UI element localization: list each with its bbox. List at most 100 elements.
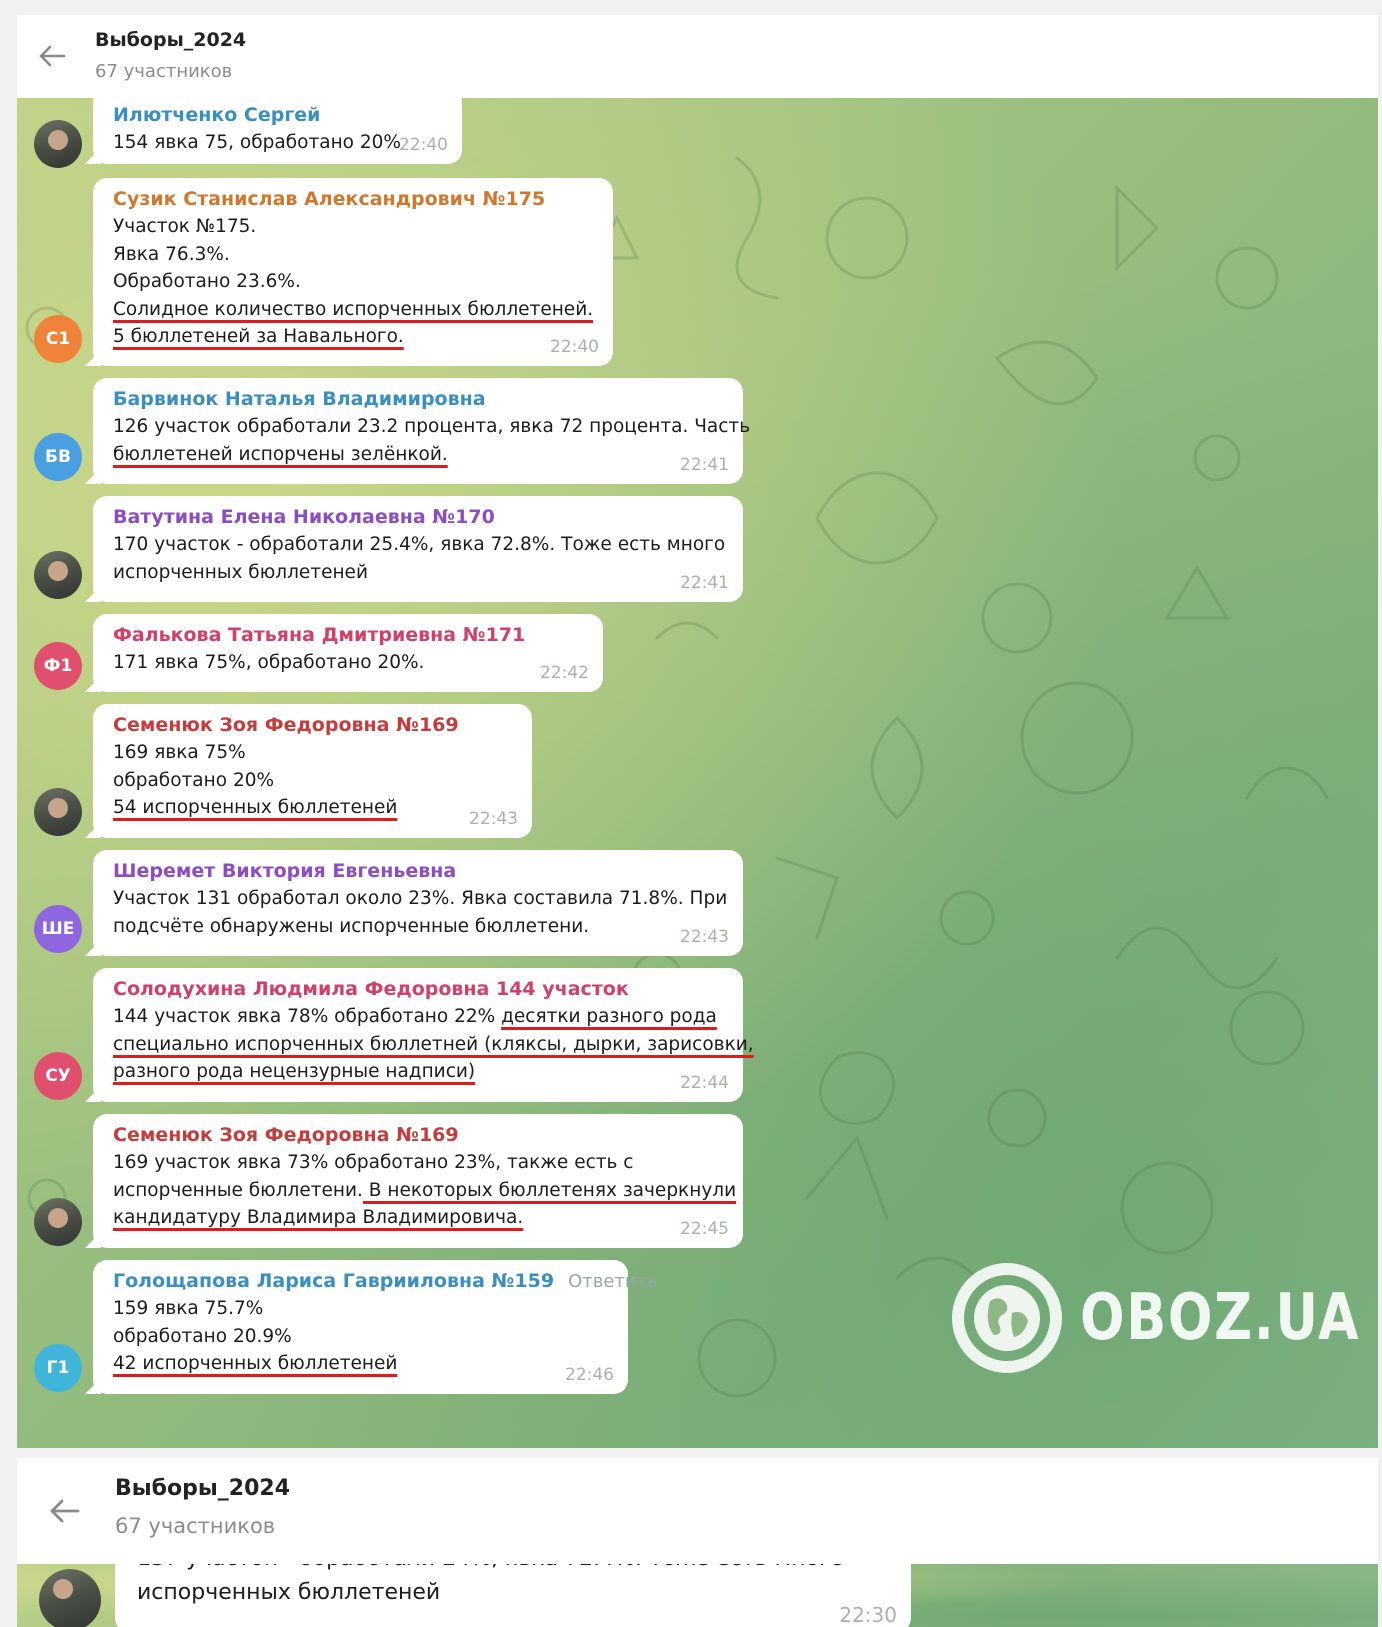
- message-text: обработано 20.9%: [113, 1325, 292, 1347]
- message-text: испорченных бюллетеней: [137, 1580, 441, 1605]
- message-time: 22:44: [680, 1073, 729, 1093]
- message-row: ШЕ Шеремет Виктория Евгеньевна Участок 1…: [17, 850, 1378, 958]
- message-bubble[interactable]: Голощапова Лариса Гаврииловна №159 Ответи…: [85, 1260, 658, 1394]
- message-bubble[interactable]: Илютченко Сергей 154 явка 75, обработано…: [85, 98, 462, 164]
- bubble-tail: [85, 1232, 101, 1248]
- message-bubble[interactable]: Барвинок Наталья Владимировна 126 участо…: [85, 378, 751, 484]
- chat-screenshot-bottom: Выборы_2024 67 участников 137 участок - …: [17, 1458, 1378, 1627]
- highlighted-text: 42 испорченных бюллетеней: [113, 1353, 398, 1374]
- message-time: 22:43: [469, 809, 518, 829]
- message-row: СУ Солодухина Людмила Федоровна 144 учас…: [17, 968, 1378, 1104]
- highlighted-text: В некоторых бюллетенях зачеркнули: [362, 1179, 737, 1201]
- highlighted-text: специально испорченных бюллетней (кляксы…: [113, 1033, 754, 1055]
- message-bubble[interactable]: Семенюк Зоя Федоровна №169 169 участок я…: [85, 1114, 743, 1248]
- avatar[interactable]: Ф1: [34, 642, 82, 690]
- sender-name[interactable]: Барвинок Наталья Владимировна: [113, 386, 727, 413]
- message-text: Участок №175.: [113, 216, 257, 237]
- chat-header: Выборы_2024 67 участников: [17, 15, 1378, 98]
- avatar[interactable]: [34, 120, 82, 168]
- sender-name[interactable]: Фалькова Татьяна Дмитриевна №171: [113, 622, 587, 649]
- chat-member-count: 67 участников: [95, 61, 233, 82]
- chat-background: Илютченко Сергей 154 явка 75, обработано…: [17, 98, 1378, 1448]
- message-row: С1 Сузик Станислав Александрович №175 Уч…: [17, 178, 1378, 368]
- message-time: 22:46: [565, 1365, 614, 1385]
- bubble-tail: [85, 822, 101, 838]
- avatar[interactable]: ШЕ: [34, 905, 82, 953]
- message-text: Явка 76.3%.: [113, 243, 230, 265]
- message-bubble[interactable]: Сузик Станислав Александрович №175 Участ…: [85, 178, 613, 366]
- highlighted-text: разного рода нецензурные надписи): [113, 1061, 476, 1082]
- message-text: 171 явка 75%, обработано 20%.: [113, 652, 425, 673]
- message-bubble[interactable]: Шеремет Виктория Евгеньевна Участок 131 …: [85, 850, 743, 956]
- avatar[interactable]: С1: [34, 315, 82, 363]
- message-bubble[interactable]: Ватутина Елена Николаевна №170 170 участ…: [85, 496, 743, 602]
- message-time: 22:43: [680, 927, 729, 947]
- message-row: Ватутина Елена Николаевна №170 170 участ…: [17, 496, 1378, 604]
- sender-name[interactable]: Ватутина Елена Николаевна №170: [113, 504, 727, 531]
- highlighted-text: кандидатуру Владимира Владимировича.: [113, 1207, 524, 1228]
- message-text: подсчёте обнаружены испорченные бюллетен…: [113, 915, 590, 937]
- highlighted-text: 54 испорченных бюллетеней: [113, 797, 398, 818]
- chat-background: 137 участок - обработали 24%, явка 72.4%…: [17, 1564, 1378, 1627]
- chat-title[interactable]: Выборы_2024: [115, 1476, 290, 1501]
- highlighted-text: Солидное количество испорченных бюллетен…: [113, 298, 594, 320]
- highlighted-text: 5 бюллетеней за Навального.: [113, 326, 404, 347]
- message-text: испорченных бюллетеней: [113, 561, 368, 583]
- bubble-tail: [85, 586, 101, 602]
- bubble-tail: [85, 350, 101, 366]
- avatar[interactable]: [34, 551, 82, 599]
- message-row: БВ Барвинок Наталья Владимировна 126 уча…: [17, 378, 1378, 486]
- message-row: Илютченко Сергей 154 явка 75, обработано…: [17, 98, 1378, 168]
- message-text: Участок 131 обработал около 23%. Явка со…: [113, 888, 728, 909]
- message-bubble[interactable]: Семенюк Зоя Федоровна №169 169 явка 75% …: [85, 704, 532, 838]
- message-bubble[interactable]: 137 участок - обработали 24%, явка 72.4%…: [115, 1564, 911, 1627]
- chat-title[interactable]: Выборы_2024: [95, 29, 246, 51]
- avatar[interactable]: [34, 1198, 82, 1246]
- sender-name[interactable]: Шеремет Виктория Евгеньевна: [113, 858, 727, 885]
- avatar[interactable]: [34, 788, 82, 836]
- message-bubble[interactable]: Фалькова Татьяна Дмитриевна №171 171 явк…: [85, 614, 603, 692]
- message-text: 137 участок - обработали 24%, явка 72.4%…: [137, 1564, 891, 1576]
- sender-name[interactable]: Голощапова Лариса Гаврииловна №159: [113, 1270, 554, 1292]
- avatar[interactable]: БВ: [34, 433, 82, 481]
- message-time: 22:45: [680, 1219, 729, 1239]
- highlighted-text: десятки разного рода: [501, 1006, 717, 1027]
- sender-name[interactable]: Солодухина Людмила Федоровна 144 участок: [113, 976, 727, 1003]
- message-text: обработано 20%: [113, 769, 275, 791]
- bubble-tail: [85, 940, 101, 956]
- chat-header: Выборы_2024 67 участников: [17, 1458, 1378, 1564]
- sender-name[interactable]: Сузик Станислав Александрович №175: [113, 186, 597, 213]
- chat-screenshot-top: Выборы_2024 67 участников Илютченко Серг…: [17, 15, 1378, 1448]
- message-time: 22:42: [540, 663, 589, 683]
- sender-name[interactable]: Семенюк Зоя Федоровна №169: [113, 1122, 727, 1149]
- message-text: 126 участок обработали 23.2 процента, яв…: [113, 416, 751, 437]
- sender-name[interactable]: Илютченко Сергей: [113, 102, 446, 129]
- message-bubble[interactable]: Солодухина Людмила Федоровна 144 участок…: [85, 968, 754, 1102]
- arrow-left-icon[interactable]: [35, 39, 69, 73]
- message-text: 154 явка 75, обработано 20%: [113, 132, 401, 153]
- bubble-tail: [85, 676, 101, 692]
- message-time: 22:30: [839, 1603, 897, 1627]
- message-text: испорченные бюллетени.: [113, 1179, 363, 1201]
- message-row: Семенюк Зоя Федоровна №169 169 участок я…: [17, 1114, 1378, 1250]
- bubble-tail: [85, 1086, 101, 1102]
- message-time: 22:41: [680, 455, 729, 475]
- message-text: 159 явка 75.7%: [113, 1298, 264, 1319]
- message-text: Обработано 23.6%.: [113, 271, 301, 292]
- bubble-tail: [85, 1378, 101, 1394]
- avatar[interactable]: Г1: [34, 1344, 82, 1392]
- watermark-text: OBOZ.UA: [1080, 1281, 1361, 1355]
- sender-name[interactable]: Семенюк Зоя Федоровна №169: [113, 712, 516, 739]
- bubble-tail: [85, 148, 101, 164]
- arrow-left-icon[interactable]: [45, 1492, 83, 1530]
- message-time: 22:40: [399, 135, 448, 155]
- message-text: 169 явка 75%: [113, 742, 246, 763]
- avatar[interactable]: СУ: [34, 1052, 82, 1100]
- highlighted-text: бюллетеней испорчены зелёнкой.: [113, 443, 448, 465]
- message-row: Семенюк Зоя Федоровна №169 169 явка 75% …: [17, 704, 1378, 840]
- reply-button[interactable]: Ответить: [568, 1271, 658, 1292]
- message-text: 170 участок - обработали 25.4%, явка 72.…: [113, 534, 726, 555]
- message-text: 144 участок явка 78% обработано 22%: [113, 1006, 502, 1027]
- message-text: 169 участок явка 73% обработано 23%, так…: [113, 1152, 634, 1173]
- avatar[interactable]: [39, 1569, 101, 1627]
